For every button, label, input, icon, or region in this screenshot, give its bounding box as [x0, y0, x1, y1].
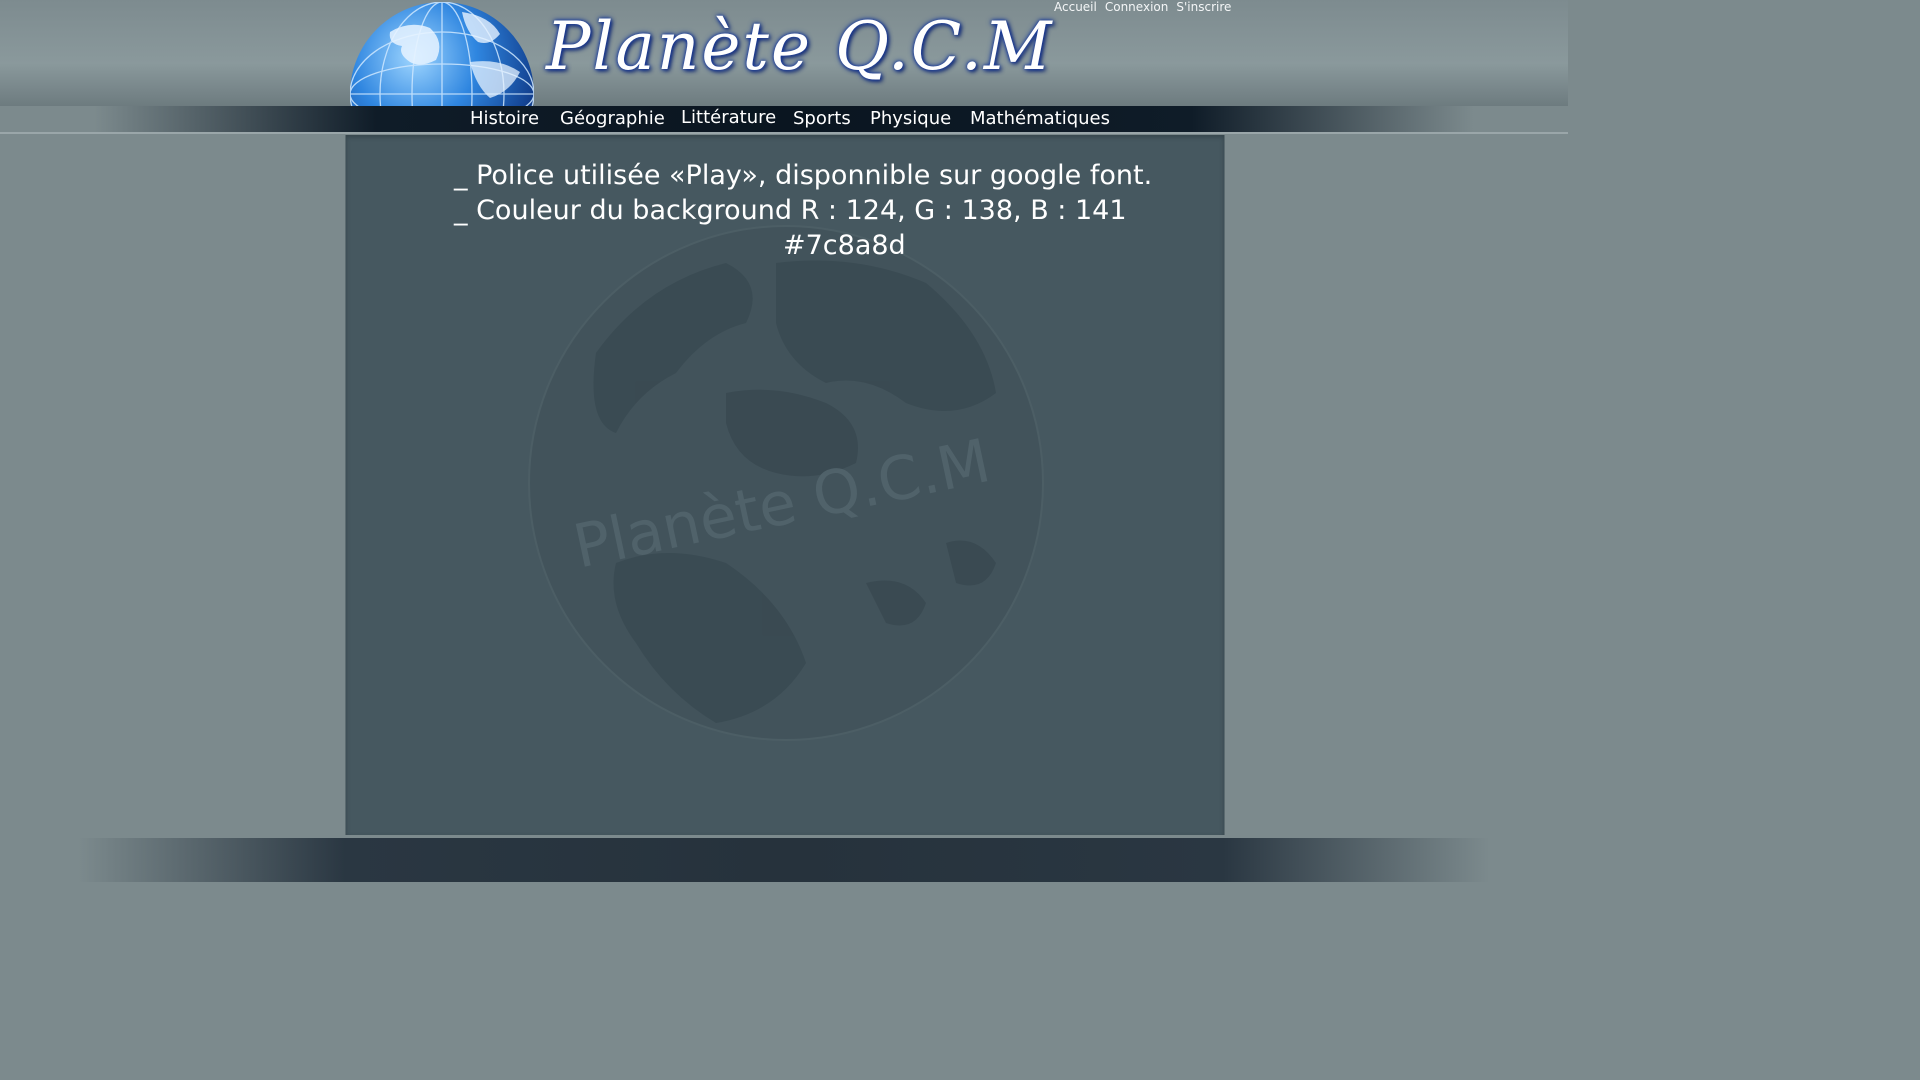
site-title[interactable]: Planète Q.C.M [546, 8, 1054, 85]
main-nav: Histoire Géographie Littérature Sports P… [0, 106, 1568, 134]
globe-icon[interactable] [350, 2, 534, 106]
nav-item-litterature[interactable]: Littérature [681, 106, 776, 130]
site-header: Planète Q.C.M Accueil Connexion S'inscri… [0, 0, 1568, 106]
top-link-inscrire[interactable]: S'inscrire [1176, 0, 1231, 14]
globe-watermark: Planète Q.C.M [526, 223, 1046, 743]
top-link-accueil[interactable]: Accueil [1054, 0, 1097, 14]
page: Planète Q.C.M Accueil Connexion S'inscri… [0, 0, 1568, 882]
nav-item-mathematiques[interactable]: Mathématiques [970, 107, 1110, 131]
content-line-color: _ Couleur du background R : 124, G : 138… [454, 195, 1127, 226]
nav-item-geographie[interactable]: Géographie [560, 107, 665, 131]
content-panel: Planète Q.C.M _ Police utilisée «Play», … [345, 135, 1225, 835]
content-line-hex: #7c8a8d [783, 230, 906, 261]
top-link-connexion[interactable]: Connexion [1105, 0, 1169, 14]
nav-item-sports[interactable]: Sports [793, 107, 851, 131]
site-footer [0, 838, 1568, 882]
nav-item-histoire[interactable]: Histoire [470, 107, 539, 131]
nav-item-physique[interactable]: Physique [870, 107, 951, 131]
top-links: Accueil Connexion S'inscrire [1054, 0, 1231, 14]
content-line-font: _ Police utilisée «Play», disponnible su… [454, 160, 1153, 191]
